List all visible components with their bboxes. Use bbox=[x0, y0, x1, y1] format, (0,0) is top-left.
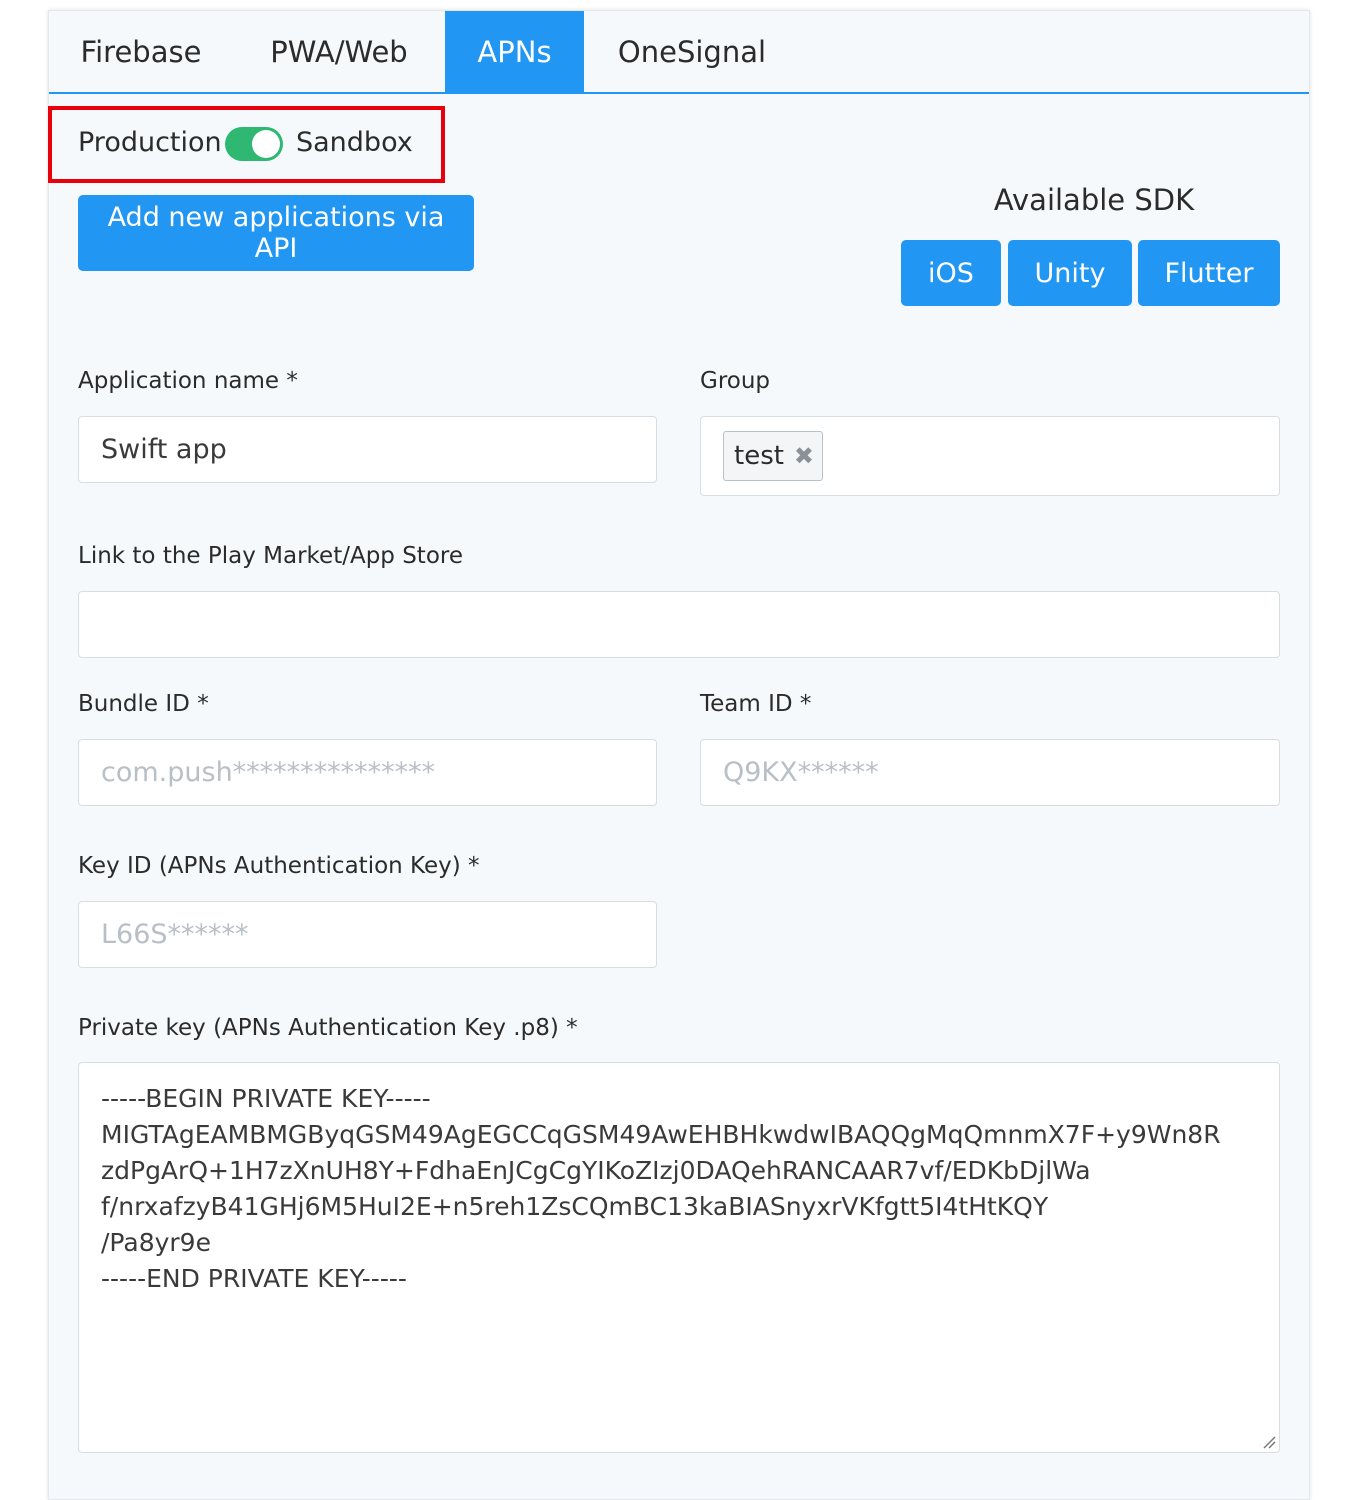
bundle-id-label: Bundle ID * bbox=[78, 691, 209, 717]
group-tag: test ✖ bbox=[723, 431, 823, 481]
apns-settings-panel: Firebase PWA/Web APNs OneSignal Producti… bbox=[48, 10, 1310, 1500]
store-link-label: Link to the Play Market/App Store bbox=[78, 543, 463, 569]
group-tag-text: test bbox=[734, 441, 784, 471]
team-id-placeholder: Q9KX****** bbox=[723, 757, 879, 788]
tab-onesignal[interactable]: OneSignal bbox=[607, 11, 777, 94]
sdk-ios-button[interactable]: iOS bbox=[901, 240, 1001, 306]
toggle-knob bbox=[252, 130, 280, 158]
private-key-label: Private key (APNs Authentication Key .p8… bbox=[78, 1015, 578, 1041]
sdk-unity-button[interactable]: Unity bbox=[1008, 240, 1132, 306]
store-link-input[interactable] bbox=[78, 591, 1280, 658]
app-name-label: Application name * bbox=[78, 368, 298, 394]
team-id-input[interactable]: Q9KX****** bbox=[700, 739, 1280, 806]
tab-apns[interactable]: APNs bbox=[445, 11, 584, 94]
key-id-input[interactable]: L66S****** bbox=[78, 901, 657, 968]
app-name-value: Swift app bbox=[101, 434, 227, 465]
provider-tabs: Firebase PWA/Web APNs OneSignal bbox=[49, 11, 1309, 94]
app-name-input[interactable]: Swift app bbox=[78, 416, 657, 483]
bundle-id-input[interactable]: com.push*************** bbox=[78, 739, 657, 806]
key-id-placeholder: L66S****** bbox=[101, 919, 249, 950]
resize-handle-icon[interactable] bbox=[1262, 1435, 1276, 1449]
sdk-flutter-button[interactable]: Flutter bbox=[1138, 240, 1280, 306]
bundle-id-placeholder: com.push*************** bbox=[101, 757, 436, 788]
available-sdk-title: Available SDK bbox=[993, 183, 1195, 217]
production-label: Production bbox=[78, 127, 222, 158]
private-key-textarea[interactable]: -----BEGIN PRIVATE KEY----- MIGTAgEAMBMG… bbox=[78, 1062, 1280, 1453]
remove-tag-icon[interactable]: ✖ bbox=[794, 432, 814, 480]
team-id-label: Team ID * bbox=[700, 691, 812, 717]
sandbox-label: Sandbox bbox=[296, 127, 413, 158]
tab-firebase[interactable]: Firebase bbox=[61, 11, 221, 94]
tab-pwa-web[interactable]: PWA/Web bbox=[255, 11, 423, 94]
key-id-label: Key ID (APNs Authentication Key) * bbox=[78, 853, 480, 879]
group-label: Group bbox=[700, 368, 771, 394]
add-applications-api-button[interactable]: Add new applications via API bbox=[78, 195, 474, 271]
environment-toggle[interactable] bbox=[225, 127, 283, 161]
group-select[interactable]: test ✖ bbox=[700, 416, 1280, 496]
